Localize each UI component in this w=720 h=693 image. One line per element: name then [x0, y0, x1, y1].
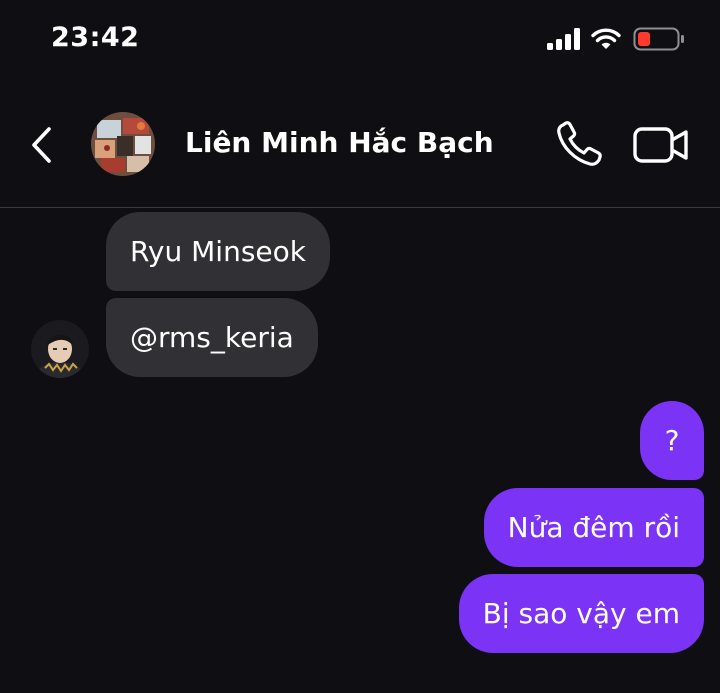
battery-fill [638, 32, 650, 46]
chat-header: Liên Minh Hắc Bạch [0, 100, 720, 208]
cellular-signal-icon [547, 28, 580, 50]
group-avatar[interactable] [91, 112, 155, 176]
message-bubble-incoming[interactable]: @rms_keria [106, 298, 318, 377]
message-bubble-outgoing[interactable]: ? [640, 401, 704, 480]
wifi-icon [591, 28, 621, 49]
message-bubble-outgoing[interactable]: Bị sao vậy em [458, 574, 704, 653]
chevron-left-icon[interactable] [22, 120, 62, 170]
video-camera-icon[interactable] [632, 122, 690, 168]
sender-avatar[interactable] [31, 320, 89, 378]
phone-icon[interactable] [553, 120, 605, 170]
conversation-title[interactable]: Liên Minh Hắc Bạch [185, 126, 494, 159]
battery-low-icon [633, 27, 684, 51]
message-bubble-outgoing[interactable]: Nửa đêm rồi [483, 488, 704, 567]
status-time: 23:42 [51, 22, 140, 53]
message-bubble-incoming[interactable]: Ryu Minseok [106, 212, 330, 291]
